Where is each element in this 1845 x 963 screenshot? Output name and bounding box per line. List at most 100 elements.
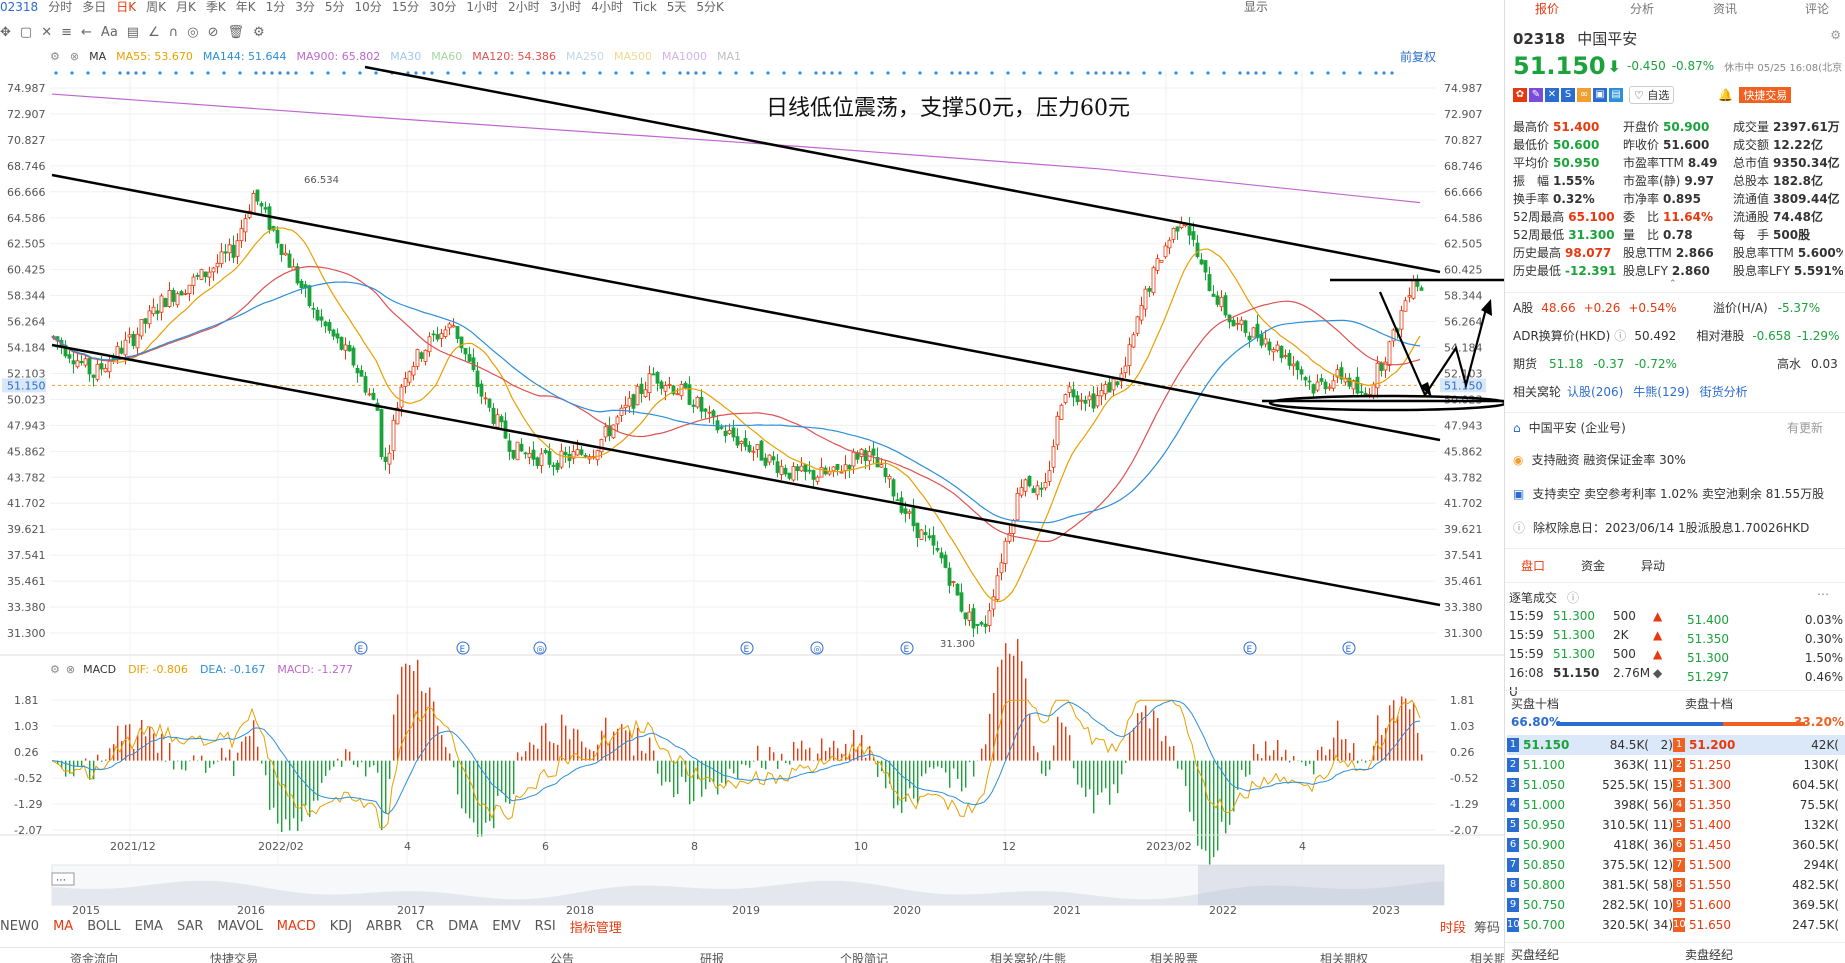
tag-icon[interactable]: ✎ <box>1529 88 1543 102</box>
warrants-cbbc-link[interactable]: 牛熊(129) <box>1633 383 1689 400</box>
orderbook-cell: 11) <box>1653 818 1673 832</box>
info-icon[interactable]: ⓘ <box>1567 589 1579 606</box>
link-icon[interactable]: ∞ <box>1577 88 1591 102</box>
orderbook-row[interactable]: 5 50.950 310.5K(11) 5 51.400 132K( <box>1507 815 1845 835</box>
footer-link[interactable]: 公告 <box>550 950 574 963</box>
orderbook-row[interactable]: 2 51.100 363K(11) 2 51.250 130K( <box>1507 755 1845 775</box>
dist-price: 51.300 <box>1687 651 1729 665</box>
settings-icon[interactable]: ⚙ <box>50 663 60 676</box>
low-price-label: 31.300 <box>940 639 975 650</box>
indicator-tab[interactable]: KDJ <box>330 919 352 934</box>
orderbook-row[interactable]: 10 50.700 320.5K(34) 10 51.650 247.5K( <box>1507 915 1845 935</box>
add-watchlist-button[interactable]: ♡ 自选 <box>1629 86 1675 104</box>
short-row[interactable]: ▣ 支持卖空 卖空参考利率 1.02% 卖空池剩余 81.55万股 <box>1513 485 1824 502</box>
candle-body <box>651 373 656 376</box>
indicator-tab[interactable]: EMV <box>492 919 520 934</box>
stat-cell: 股息率TTM 5.600% <box>1733 244 1843 262</box>
candle-body <box>211 267 216 273</box>
macd-histogram-bar <box>461 760 463 809</box>
macd-histogram-bar <box>765 760 767 770</box>
candle-body <box>1215 295 1220 305</box>
orderbook-row[interactable]: 3 51.050 525.5K(15) 3 51.300 604.5K( <box>1507 775 1845 795</box>
candle-body <box>1083 399 1088 404</box>
orderbook-row[interactable]: 8 50.800 381.5K(58) 8 51.550 482.5K( <box>1507 875 1845 895</box>
tab-changes[interactable]: 异动 <box>1641 557 1665 574</box>
indicator-tab[interactable]: CR <box>416 919 434 934</box>
orderbook-row[interactable]: 4 51.000 398K(56) 4 51.350 75.5K( <box>1507 795 1845 815</box>
indicator-tab[interactable]: DMA <box>448 919 478 934</box>
indicator-tab[interactable]: RSI <box>535 919 556 934</box>
chart-icon[interactable]: ✕ <box>1545 88 1559 102</box>
candle-body <box>207 271 212 278</box>
indicator-tab[interactable]: ARBR <box>366 919 402 934</box>
margin-row[interactable]: ◉ 支持融资 融资保证金率 30% <box>1513 451 1686 468</box>
s-icon[interactable]: S <box>1561 88 1575 102</box>
footer-link[interactable]: 研报 <box>700 950 724 963</box>
warrants-call-link[interactable]: 认股(206) <box>1567 383 1623 400</box>
kline-chart[interactable]: 74.987 74.987 72.907 72.907 70.827 70.827 68.7… <box>0 0 1504 963</box>
macd-histogram-bar <box>1093 760 1095 814</box>
settings-icon[interactable]: ⚙ <box>1830 28 1841 42</box>
footer-link[interactable]: 相关股票 <box>1150 950 1198 963</box>
channel-middle-line <box>51 173 1441 442</box>
stat-label: 历史最低 <box>1513 264 1562 278</box>
footer-link[interactable]: 相关期权 <box>1320 950 1368 963</box>
hk-flag-icon[interactable]: ✿ <box>1513 88 1527 102</box>
dividend-row[interactable]: ⓘ 除权除息日：2023/06/14 1股派股息1.70026HKD <box>1513 519 1809 536</box>
macd-histogram-bar <box>689 760 691 805</box>
indicator-tab[interactable]: MACD <box>277 919 316 934</box>
footer-link[interactable]: 快捷交易 <box>210 950 258 963</box>
candle-body <box>963 612 968 620</box>
chips-button[interactable]: 筹码 <box>1474 917 1500 936</box>
warrants-analysis-link[interactable]: 街货分析 <box>1700 383 1748 400</box>
tab-funds[interactable]: 资金 <box>1581 557 1605 574</box>
indicator-tab[interactable]: SAR <box>177 919 203 934</box>
indicator-tab[interactable]: MAVOL <box>217 919 262 934</box>
adr-row[interactable]: ADR换算价(HKD) ⓘ 50.492 相对港股 -0.658 -1.29% <box>1513 327 1839 344</box>
tab-quote[interactable]: 报价 <box>1535 0 1559 17</box>
candle-body <box>1291 363 1296 367</box>
indicator-tab[interactable]: EMA <box>135 919 163 934</box>
orderbook-row[interactable]: 6 50.900 418K(36) 6 51.450 360.5K( <box>1507 835 1845 855</box>
tab-analysis[interactable]: 分析 <box>1630 0 1654 17</box>
orderbook-row[interactable]: 1 51.150 84.5K(2) 1 51.200 42K( <box>1507 735 1845 755</box>
indicator-tab[interactable]: 指标管理 <box>570 917 622 936</box>
doc-icon[interactable]: ▣ <box>1593 88 1607 102</box>
footer-link[interactable]: 个股简记 <box>840 950 888 963</box>
event-dot <box>990 71 994 75</box>
macd-histogram-bar <box>1045 760 1047 777</box>
time-segment-button[interactable]: 时段 <box>1440 917 1466 936</box>
tab-news[interactable]: 资讯 <box>1713 0 1737 17</box>
indicator-tab[interactable]: MA <box>53 919 73 934</box>
a-share-row[interactable]: A股 48.66 +0.26 +0.54% <box>1513 299 1677 316</box>
update-label[interactable]: 有更新 <box>1787 419 1823 436</box>
close-icon[interactable]: ⊗ <box>66 663 75 676</box>
tab-comments[interactable]: 评论 <box>1805 0 1829 17</box>
footer-link[interactable]: 资讯 <box>390 950 414 963</box>
candle-body <box>555 462 560 470</box>
ask-brokers-tab[interactable]: 卖盘经纪 <box>1685 946 1733 963</box>
bell-icon[interactable]: 🔔 <box>1718 88 1733 102</box>
macd-label[interactable]: MACD <box>83 663 116 676</box>
stat-value: -12.391 <box>1565 264 1617 278</box>
ticks-list[interactable]: 15:59 51.300 500 ▲ 15:59 51.300 2K ▲ 15:59 51.300… <box>1509 607 1679 699</box>
macd-histogram-bar <box>825 750 827 761</box>
orderbook-row[interactable]: 9 50.750 282.5K(10) 9 51.600 369.5K( <box>1507 895 1845 915</box>
more-icon[interactable]: ⋯ <box>1817 587 1829 601</box>
company-row[interactable]: ⌂ 中国平安 (企业号) <box>1513 419 1626 436</box>
macd-histogram-bar <box>349 751 351 761</box>
futures-row[interactable]: 期货 51.18 -0.37 -0.72% <box>1513 355 1677 372</box>
date-axis-label: 8 <box>691 840 698 853</box>
doc2-icon[interactable]: ▤ <box>1609 88 1623 102</box>
tab-orderbook[interactable]: 盘口 <box>1521 557 1545 574</box>
bid-brokers-tab[interactable]: 买盘经纪 <box>1511 946 1559 963</box>
quick-trade-button[interactable]: 快捷交易 <box>1739 87 1792 103</box>
footer-link[interactable]: 相关窝轮/牛熊 <box>990 950 1066 963</box>
info-icon[interactable]: ⓘ <box>1614 327 1626 344</box>
orderbook-table[interactable]: 1 51.150 84.5K(2) 1 51.200 42K(2 51.100 363K(11… <box>1507 735 1845 935</box>
collapse-icon[interactable]: ⌃ <box>1669 279 1677 289</box>
indicator-tab[interactable]: BOLL <box>87 919 120 934</box>
footer-link[interactable]: 资金流向 <box>70 950 118 963</box>
indicator-tab[interactable]: NEW0 <box>0 919 39 934</box>
orderbook-row[interactable]: 7 50.850 375.5K(12) 7 51.500 294K( <box>1507 855 1845 875</box>
